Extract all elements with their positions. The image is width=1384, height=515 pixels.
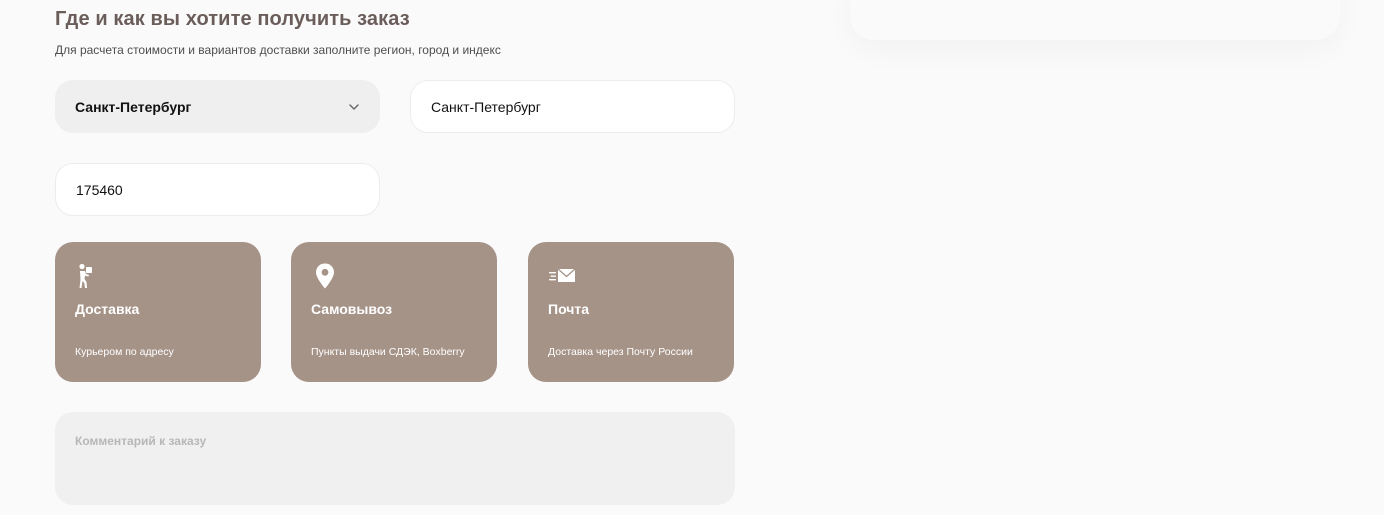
delivery-option-description: Пункты выдачи СДЭК, Boxberry — [311, 346, 465, 358]
map-pin-icon — [316, 263, 334, 289]
region-select[interactable]: Санкт-Петербург — [55, 80, 380, 133]
delivery-section: Где и как вы хотите получить заказ Для р… — [0, 0, 1384, 515]
delivery-option-title: Доставка — [75, 301, 140, 317]
courier-icon — [79, 263, 92, 288]
delivery-option-title: Почта — [548, 301, 590, 317]
delivery-option-post[interactable]: Почта Доставка через Почту России — [528, 242, 734, 382]
delivery-option-title: Самовывоз — [311, 301, 393, 317]
order-summary-panel-edge — [850, 0, 1340, 40]
zip-field — [55, 163, 380, 216]
section-subtitle: Для расчета стоимости и вариантов достав… — [55, 43, 501, 57]
region-select-value: Санкт-Петербург — [75, 98, 192, 115]
chevron-down-icon — [349, 103, 359, 110]
delivery-option-description: Курьером по адресу — [75, 346, 174, 358]
section-title: Где и как вы хотите получить заказ — [55, 8, 410, 30]
delivery-option-pickup[interactable]: Самовывоз Пункты выдачи СДЭК, Boxberry — [291, 242, 497, 382]
comment-field — [55, 412, 735, 505]
city-field — [410, 80, 735, 133]
delivery-option-description: Доставка через Почту России — [548, 346, 693, 358]
zip-input[interactable] — [76, 181, 359, 198]
delivery-option-courier[interactable]: Доставка Курьером по адресу — [55, 242, 261, 382]
comment-input[interactable] — [75, 434, 715, 483]
city-input[interactable] — [431, 98, 714, 115]
mail-icon — [549, 268, 576, 282]
